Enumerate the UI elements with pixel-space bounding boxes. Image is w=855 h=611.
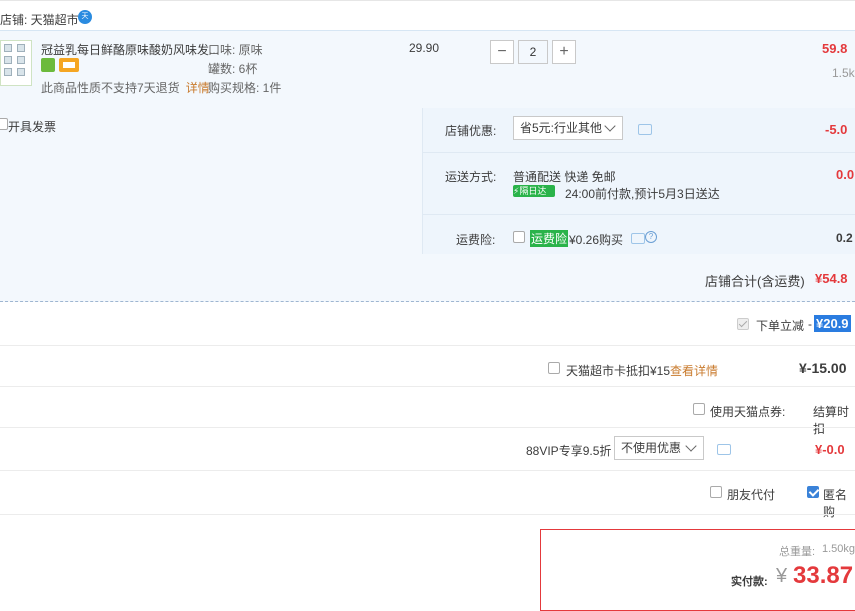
invoice-label: 开具发票 bbox=[8, 120, 57, 134]
store-discount-select[interactable]: 省5元:行业其他 bbox=[513, 116, 623, 140]
actual-payment-label: 实付款: bbox=[731, 576, 768, 588]
message-icon[interactable] bbox=[638, 124, 652, 135]
instant-discount-dash: - bbox=[808, 317, 812, 331]
points-value: 结算时扣 bbox=[813, 405, 850, 436]
product-title[interactable]: 冠益乳每日鲜酪原味酸奶风味发... bbox=[41, 41, 219, 58]
chevron-down-icon bbox=[685, 440, 697, 452]
vip-discount-select[interactable]: 不使用优惠 bbox=[614, 436, 704, 460]
card-checkbox[interactable] bbox=[548, 362, 560, 374]
card-payment-icon bbox=[59, 58, 79, 72]
currency-symbol: ¥ bbox=[776, 565, 788, 587]
instant-discount-checkbox[interactable] bbox=[737, 318, 749, 330]
cart-item-row: 冠益乳每日鲜酪原味酸奶风味发... 此商品性质不支持7天退货 详情 口味: 原味 … bbox=[0, 30, 855, 109]
invoice-checkbox[interactable] bbox=[0, 118, 8, 130]
increase-button[interactable]: + bbox=[552, 40, 576, 64]
divider bbox=[423, 214, 855, 215]
store-discount-label: 店铺优惠: bbox=[445, 124, 497, 138]
message-icon[interactable] bbox=[717, 444, 731, 455]
insurance-tag: 运费险 bbox=[530, 230, 569, 247]
shop-total-amount: ¥54.8 bbox=[815, 271, 848, 286]
shop-badge-icon[interactable]: 天 bbox=[78, 10, 92, 24]
insurance-checkbox[interactable] bbox=[513, 231, 525, 243]
instant-discount-label: 下单立减 bbox=[756, 319, 805, 333]
divider bbox=[0, 386, 855, 387]
item-weight: 1.5k bbox=[832, 66, 855, 80]
product-thumbnail[interactable] bbox=[0, 40, 32, 86]
card-label: 天猫超市卡抵扣¥15 bbox=[566, 364, 671, 378]
friend-pay-checkbox[interactable] bbox=[710, 486, 722, 498]
message-icon[interactable] bbox=[631, 233, 645, 244]
return-policy-note: 此商品性质不支持7天退货 详情 bbox=[41, 79, 210, 96]
quantity-input[interactable]: 2 bbox=[518, 40, 548, 64]
points-checkbox[interactable] bbox=[693, 403, 705, 415]
detail-link[interactable]: 详情 bbox=[186, 81, 210, 95]
insurance-amount: 0.2 bbox=[836, 231, 853, 245]
shipping-method: 普通配送 快递 免邮 bbox=[513, 170, 616, 184]
card-amount: ¥-15.00 bbox=[799, 360, 847, 376]
attr-count: 罐数: 6杯 bbox=[208, 62, 258, 76]
points-label: 使用天猫点券: bbox=[710, 405, 786, 419]
item-subtotal: 59.8 bbox=[822, 41, 848, 56]
store-discount-value: 省5元:行业其他 bbox=[520, 121, 603, 135]
chevron-down-icon bbox=[604, 120, 616, 132]
green-service-icon bbox=[41, 58, 55, 72]
card-detail-link[interactable]: 查看详情 bbox=[670, 362, 718, 379]
vip-label: 88VIP专享9.5折 bbox=[526, 444, 612, 458]
payment-summary-box: 总重量: 1.50kg 实付款: ¥ 33.87 bbox=[540, 529, 855, 611]
shop-header: 店铺: 天猫超市 天 bbox=[0, 0, 855, 31]
shipping-amount: 0.0 bbox=[836, 167, 855, 182]
total-weight-value: 1.50kg bbox=[822, 543, 855, 555]
quantity-stepper: − 2 + bbox=[490, 40, 576, 64]
actual-payment-amount: 33.87 bbox=[793, 562, 854, 589]
attr-spec: 购买规格: 1件 bbox=[208, 81, 282, 95]
total-weight-label: 总重量: bbox=[779, 546, 816, 558]
shipping-label: 运送方式: bbox=[445, 170, 497, 184]
unit-price: 29.90 bbox=[409, 41, 440, 55]
shop-total-row: 店铺合计(含运费) ¥54.8 bbox=[0, 254, 855, 302]
return-policy-text: 此商品性质不支持7天退货 bbox=[41, 81, 180, 95]
instant-discount-amount: ¥20.9 bbox=[814, 315, 851, 332]
friend-pay-label: 朋友代付 bbox=[727, 488, 776, 502]
help-icon[interactable]: ? bbox=[645, 231, 657, 243]
next-day-badge: ⚡隔日达 bbox=[513, 185, 555, 197]
store-discount-amount: -5.0 bbox=[825, 122, 848, 137]
attr-flavor: 口味: 原味 bbox=[208, 43, 263, 57]
anonymous-checkbox[interactable] bbox=[807, 486, 819, 498]
shop-total-label: 店铺合计(含运费) bbox=[705, 274, 805, 289]
next-day-text: 隔日达 bbox=[519, 186, 547, 196]
insurance-price: ¥0.26购买 bbox=[569, 233, 624, 247]
divider bbox=[423, 152, 855, 153]
divider bbox=[0, 514, 855, 515]
decrease-button[interactable]: − bbox=[490, 40, 514, 64]
vip-discount-value: 不使用优惠 bbox=[621, 441, 682, 455]
divider bbox=[0, 345, 855, 346]
shop-name[interactable]: 店铺: 天猫超市 bbox=[0, 11, 79, 28]
divider bbox=[0, 427, 855, 428]
divider bbox=[0, 470, 855, 471]
insurance-label: 运费险: bbox=[456, 233, 496, 247]
shipping-eta: 24:00前付款,预计5月3日送达 bbox=[565, 187, 720, 201]
vip-amount: ¥-0.0 bbox=[815, 442, 845, 457]
